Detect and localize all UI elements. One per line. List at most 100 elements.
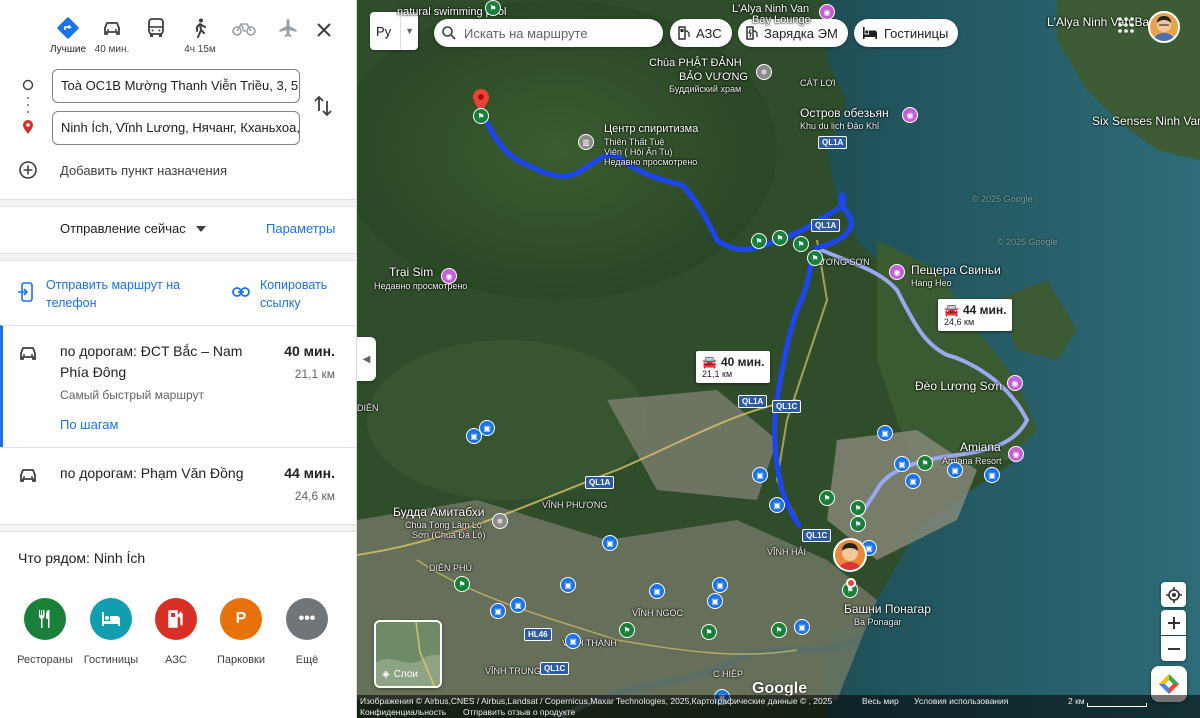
park-pin-icon[interactable]: ⚑ (771, 622, 787, 638)
route-1-steps-link[interactable]: По шагам (60, 417, 118, 432)
add-circle-icon (19, 161, 37, 179)
shopping-pin-icon[interactable]: ▣ (510, 597, 526, 613)
gas-station-icon (155, 598, 197, 640)
chip-gas-stations[interactable]: АЗС (670, 19, 732, 47)
nearby-more-button[interactable]: ••• Ещё (274, 598, 340, 666)
shopping-pin-icon[interactable]: ▣ (712, 577, 728, 593)
terms-link[interactable]: Условия использования (914, 696, 1008, 706)
park-pin-icon[interactable]: ⚑ (772, 230, 788, 246)
shopping-pin-icon[interactable]: ▣ (565, 633, 581, 649)
nearby-hotels-button[interactable]: Гостиницы (78, 598, 144, 666)
dropdown-arrow-icon (195, 225, 206, 232)
place-label: Пещера Свиньи (911, 263, 1001, 277)
shopping-pin-icon[interactable]: ▣ (769, 497, 785, 513)
park-pin-icon[interactable]: ⚑ (751, 233, 767, 249)
mode-walk-label: 4ч 15м (184, 44, 216, 55)
shopping-pin-icon[interactable]: ▣ (707, 593, 723, 609)
park-pin-icon[interactable]: ⚑ (850, 516, 866, 532)
watermark: © 2025 Google (972, 194, 1033, 204)
mode-bike[interactable] (222, 14, 266, 58)
route-2-callout-time: 44 мин. (962, 303, 1007, 317)
current-location-dot (846, 578, 856, 588)
account-avatar[interactable] (1148, 11, 1180, 43)
mode-car[interactable]: 40 мин. (90, 14, 134, 58)
place-label: Amiana (960, 440, 1001, 454)
route-1-time-callout[interactable]: 🚘 40 мин. 21,1 км (696, 351, 771, 383)
route-option-1[interactable]: по дорогам: ĐCT Bắc – Nam Phía Đông 40 м… (0, 325, 356, 447)
nearby-gas-button[interactable]: АЗС (143, 598, 209, 666)
nearby-parking-button[interactable]: P Парковки (208, 598, 274, 666)
route-search-input[interactable]: Искать на маршруте (434, 19, 663, 47)
layers-button[interactable]: ◈ Слои (374, 620, 442, 688)
shopping-pin-icon[interactable]: ▣ (894, 456, 910, 472)
layers-icon: ◈ (382, 669, 390, 680)
park-pin-icon[interactable]: ⚑ (454, 576, 470, 592)
current-location-avatar[interactable] (833, 538, 867, 572)
park-pin-icon[interactable]: ⚑ (701, 624, 717, 640)
mode-flight[interactable] (266, 14, 310, 58)
attraction-pin-icon[interactable]: ◉ (902, 107, 918, 123)
mode-walk[interactable]: 4ч 15м (178, 14, 222, 58)
shopping-pin-icon[interactable]: ▣ (877, 425, 893, 441)
attraction-pin-icon[interactable]: ◉ (889, 264, 905, 280)
temple-pin-icon[interactable]: ❄ (756, 64, 772, 80)
park-pin-icon[interactable]: ⚑ (807, 250, 823, 266)
depart-time-dropdown[interactable]: Отправление сейчас (60, 221, 206, 236)
park-pin-icon[interactable]: ⚑ (619, 622, 635, 638)
park-pin-icon[interactable]: ⚑ (917, 455, 933, 471)
crosshair-icon (1165, 586, 1182, 603)
route-2-time-callout[interactable]: 🚘 44 мин. 24,6 км (938, 299, 1013, 331)
link-icon (232, 287, 250, 297)
shopping-pin-icon[interactable]: ▣ (649, 583, 665, 599)
feedback-link[interactable]: Отправить отзыв о продукте (463, 707, 575, 717)
shopping-pin-icon[interactable]: ▣ (560, 577, 576, 593)
mode-transit[interactable] (134, 14, 178, 58)
swap-button[interactable] (314, 95, 336, 117)
options-link[interactable]: Параметры (266, 221, 335, 236)
origin-input[interactable]: Toà OC1B Mường Thanh Viễn Triều, 3, 5, P (52, 69, 300, 103)
world-link[interactable]: Весь мир (862, 696, 899, 706)
collapse-panel-button[interactable]: ◀ (357, 337, 376, 381)
attribution-text: Изображения © Airbus,CNES / Airbus,Lands… (360, 696, 833, 706)
apps-grid-icon[interactable] (1117, 16, 1135, 34)
send-to-phone-button[interactable]: Отправить маршрут на телефон (18, 276, 194, 312)
attraction-pin-icon[interactable]: ◉ (441, 268, 457, 284)
zoom-out-button[interactable] (1161, 636, 1186, 661)
nearby-restaurants-button[interactable]: Рестораны (12, 598, 78, 666)
park-pin-icon[interactable]: ⚑ (819, 490, 835, 506)
park-pin-icon[interactable]: ⚑ (485, 0, 501, 16)
my-location-button[interactable] (1161, 582, 1186, 607)
attraction-pin-icon[interactable]: ◉ (1008, 446, 1024, 462)
temple-pin-icon[interactable]: ❄ (492, 513, 508, 529)
shopping-pin-icon[interactable]: ▣ (466, 428, 482, 444)
chip-ev-label: Зарядка ЭМ (764, 25, 838, 41)
divider (0, 199, 356, 207)
route-2-name: по дорогам: Phạm Văn Đồng (60, 465, 244, 481)
destination-input[interactable]: Ninh Ích, Vĩnh Lương, Нячанг, Кханьхоа, … (52, 111, 300, 145)
close-directions-button[interactable] (312, 18, 336, 42)
privacy-link[interactable]: Конфиденциальность (360, 707, 446, 717)
park-pin-icon[interactable]: ⚑ (850, 500, 866, 516)
shopping-pin-icon[interactable]: ▣ (752, 467, 768, 483)
park-pin-icon[interactable]: ⚑ (473, 108, 489, 124)
park-pin-icon[interactable]: ⚑ (793, 236, 809, 252)
place-label: Буддийский храм (669, 84, 742, 94)
chip-hotels[interactable]: Гостиницы (854, 19, 959, 47)
shopping-pin-icon[interactable]: ▣ (905, 473, 921, 489)
shopping-pin-icon[interactable]: ▣ (602, 535, 618, 551)
shopping-pin-icon[interactable]: ▣ (794, 619, 810, 635)
map-canvas[interactable]: ◀ Ру ▼ Искать на маршруте АЗС Зарядка ЭМ… (357, 0, 1200, 718)
zoom-in-button[interactable] (1161, 610, 1186, 635)
shopping-pin-icon[interactable]: ▣ (490, 603, 506, 619)
divider (0, 253, 356, 261)
route-option-2[interactable]: по дорогам: Phạm Văn Đồng 44 мин. 24,6 к… (0, 447, 356, 517)
attraction-pin-icon[interactable]: ◉ (819, 4, 835, 20)
attraction-pin-icon[interactable]: ◉ (1007, 375, 1023, 391)
add-destination-button[interactable]: Добавить пункт назначения (18, 158, 227, 182)
museum-pin-icon[interactable]: ▥ (578, 134, 594, 150)
mode-best[interactable]: Лучшие (46, 14, 90, 58)
shopping-pin-icon[interactable]: ▣ (947, 462, 963, 478)
road-shield: QL1A (585, 476, 615, 489)
copy-link-button[interactable]: Копировать ссылку (232, 276, 340, 312)
shopping-pin-icon[interactable]: ▣ (984, 467, 1000, 483)
